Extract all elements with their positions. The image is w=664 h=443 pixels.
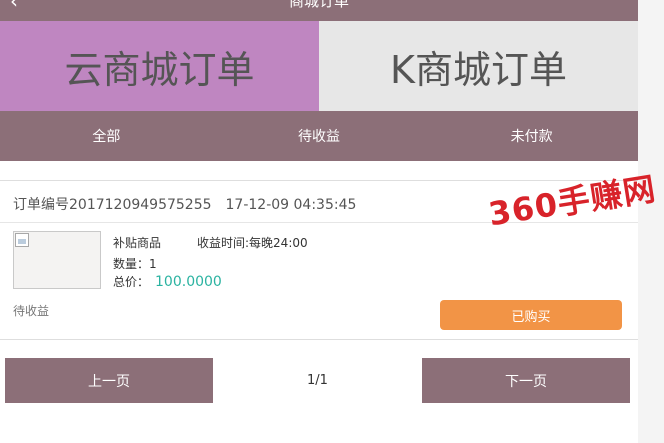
product-name: 补贴商品: [113, 236, 162, 250]
product-thumbnail[interactable]: [13, 231, 101, 289]
shop-tabs: 云商城订单 K商城订单: [0, 21, 638, 111]
app-window: ‹ 商城订单 云商城订单 K商城订单 全部 待收益 未付款 订单编号201712…: [0, 0, 638, 443]
order-timestamp: 17-12-09 04:35:45: [225, 197, 357, 213]
title-bar: ‹ 商城订单: [0, 0, 638, 21]
tab-unpaid[interactable]: 未付款: [425, 111, 638, 161]
total-label: 总价：: [113, 275, 150, 289]
tab-cloud-mall-orders[interactable]: 云商城订单: [0, 21, 319, 111]
prev-page-button[interactable]: 上一页: [5, 358, 213, 403]
order-card: 订单编号2017120949575255 17-12-09 04:35:45 补贴…: [0, 180, 638, 340]
purchased-button[interactable]: 已购买: [440, 300, 622, 330]
status-tabs: 全部 待收益 未付款: [0, 111, 638, 161]
scroll-gutter: [638, 0, 664, 443]
total-amount: 100.0000: [155, 274, 222, 290]
quantity: 数量：1: [113, 257, 157, 271]
next-page-button[interactable]: 下一页: [422, 358, 630, 403]
total-price: 总价： 100.0000: [113, 273, 222, 290]
order-header: 订单编号2017120949575255 17-12-09 04:35:45: [13, 194, 356, 214]
divider: [0, 222, 638, 223]
order-status: 待收益: [13, 304, 50, 318]
pagination: 上一页 1/1 下一页: [0, 358, 638, 403]
order-number: 订单编号2017120949575255: [13, 197, 212, 213]
broken-image-icon: [15, 233, 29, 247]
page-title: 商城订单: [288, 0, 349, 10]
tab-pending-profit[interactable]: 待收益: [213, 111, 426, 161]
tab-all[interactable]: 全部: [0, 111, 213, 161]
page-info: 1/1: [307, 373, 328, 388]
profit-time: 收益时间:每晚24:00: [197, 236, 308, 250]
tab-k-mall-orders[interactable]: K商城订单: [319, 21, 638, 111]
